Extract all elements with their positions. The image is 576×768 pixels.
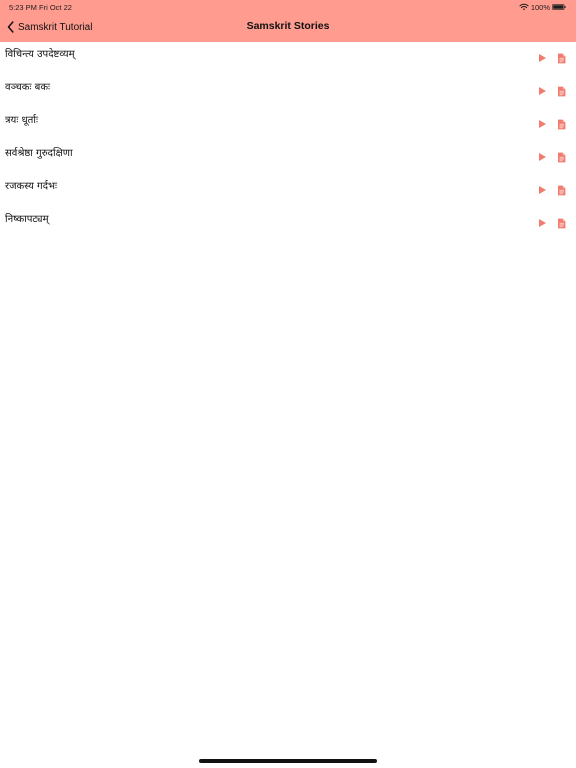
story-title: त्रयः धूर्ताः [5, 115, 38, 126]
play-icon[interactable] [538, 119, 547, 129]
navigation-bar: Samskrit Tutorial Samskrit Stories [0, 14, 576, 42]
document-icon[interactable] [557, 185, 566, 196]
story-actions [538, 217, 566, 229]
battery-percentage: 100% [530, 2, 550, 12]
story-row-5[interactable]: रजकस्य गर्दभः [0, 174, 576, 207]
story-actions [538, 184, 566, 196]
status-time-date: 5:23 PM Fri Oct 22 [9, 3, 72, 12]
document-icon[interactable] [557, 86, 566, 97]
play-icon[interactable] [538, 152, 547, 162]
story-actions [538, 118, 566, 130]
play-icon[interactable] [538, 53, 547, 63]
story-row-1[interactable]: विचिन्त्य उपदेष्टव्यम् [0, 42, 576, 75]
wifi-icon [519, 3, 529, 11]
home-indicator[interactable] [199, 759, 377, 763]
play-icon[interactable] [538, 185, 547, 195]
story-actions [538, 85, 566, 97]
story-title: विचिन्त्य उपदेष्टव्यम् [5, 49, 75, 60]
story-row-4[interactable]: सर्वश्रेष्ठा गुरुदक्षिणा [0, 141, 576, 174]
battery-icon [552, 4, 566, 10]
story-row-3[interactable]: त्रयः धूर्ताः [0, 108, 576, 141]
story-title: रजकस्य गर्दभः [5, 181, 58, 192]
story-row-2[interactable]: वञ्चकः बकः [0, 75, 576, 108]
story-list: विचिन्त्य उपदेष्टव्यम् वञ्चकः बकः त्रयः … [0, 42, 576, 240]
play-icon[interactable] [538, 218, 547, 228]
page-title: Samskrit Stories [246, 20, 330, 32]
play-icon[interactable] [538, 86, 547, 96]
story-title: सर्वश्रेष्ठा गुरुदक्षिणा [5, 148, 73, 159]
document-icon[interactable] [557, 119, 566, 130]
app-screen: 5:23 PM Fri Oct 22 100% Samskrit Tutoria… [0, 0, 576, 768]
story-actions [538, 151, 566, 163]
story-title: निष्कापट्यम् [5, 214, 49, 225]
document-icon[interactable] [557, 152, 566, 163]
story-row-6[interactable]: निष्कापट्यम् [0, 207, 576, 240]
story-title: वञ्चकः बकः [5, 82, 51, 93]
document-icon[interactable] [557, 218, 566, 229]
status-bar: 5:23 PM Fri Oct 22 100% [0, 0, 576, 14]
status-indicators: 100% [519, 2, 566, 12]
header-bar: 5:23 PM Fri Oct 22 100% Samskrit Tutoria… [0, 0, 576, 42]
story-actions [538, 52, 566, 64]
document-icon[interactable] [557, 53, 566, 64]
